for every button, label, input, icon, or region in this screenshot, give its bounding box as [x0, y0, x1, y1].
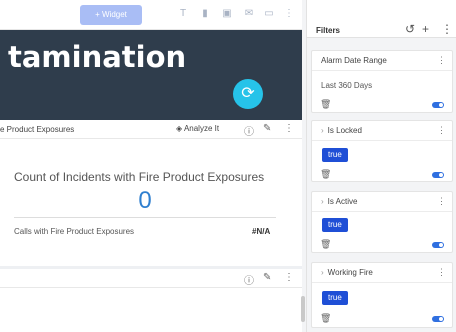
- chevron-right-icon[interactable]: ›: [321, 268, 324, 277]
- row-value: #N/A: [252, 227, 271, 236]
- info-icon[interactable]: ⓘ: [244, 272, 254, 287]
- filters-header: Filters ↺ + ⋮: [307, 0, 456, 38]
- more-vert-icon[interactable]: ⋮: [282, 7, 296, 21]
- more-vert-icon[interactable]: ⋮: [437, 267, 446, 278]
- filters-title: Filters: [316, 26, 341, 35]
- metric-title: Count of Incidents with Fire Product Exp…: [14, 170, 265, 184]
- filter-toggle[interactable]: [432, 102, 444, 108]
- banner-title: tamination: [8, 40, 187, 74]
- gif-icon[interactable]: ▣: [220, 7, 234, 21]
- edit-icon[interactable]: ✎: [263, 272, 271, 283]
- divider: [312, 70, 452, 71]
- trash-icon[interactable]: 🗑: [320, 239, 331, 250]
- card-header: e Product Exposures ◈ Analyze It ⓘ ✎ ⋮: [0, 121, 302, 139]
- metric-value: 0: [138, 187, 152, 214]
- filter-chip[interactable]: true: [322, 291, 348, 305]
- tag-icon[interactable]: ▮: [198, 7, 212, 21]
- filter-card-is-active: › Is Active ⋮ true 🗑: [311, 191, 453, 253]
- chevron-right-icon[interactable]: ›: [321, 126, 324, 135]
- divider: [312, 211, 452, 212]
- divider: [312, 282, 452, 283]
- mail-icon[interactable]: ✉: [242, 7, 256, 21]
- card-header-2: ⓘ ✎ ⋮: [0, 270, 302, 288]
- dashboard-banner: tamination ⟳: [0, 30, 302, 120]
- dashboard-toolbar: + Widget T ▮ ▣ ✉ ▭ ⋮: [0, 0, 302, 30]
- info-icon[interactable]: ⓘ: [244, 123, 254, 138]
- chevron-right-icon[interactable]: ›: [321, 197, 324, 206]
- add-filter-icon[interactable]: +: [422, 22, 429, 36]
- filter-chip[interactable]: true: [322, 148, 348, 162]
- refresh-button[interactable]: ⟳: [233, 79, 263, 109]
- divider: [312, 140, 452, 141]
- reset-icon[interactable]: ↺: [405, 22, 415, 36]
- monitor-icon[interactable]: ▭: [262, 7, 276, 21]
- more-vert-icon[interactable]: ⋮: [437, 55, 446, 66]
- filter-card-working-fire: › Working Fire ⋮ true 🗑: [311, 262, 453, 328]
- trash-icon[interactable]: 🗑: [320, 169, 331, 180]
- more-vert-icon[interactable]: ⋮: [284, 272, 294, 283]
- filter-toggle[interactable]: [432, 242, 444, 248]
- more-vert-icon[interactable]: ⋮: [437, 196, 446, 207]
- filter-label: › Is Active: [321, 197, 358, 206]
- scrollbar-thumb[interactable]: [301, 296, 305, 322]
- analyze-it-label: Analyze It: [183, 124, 220, 133]
- filter-value[interactable]: Last 360 Days: [321, 81, 372, 90]
- dashboard-panel: + Widget T ▮ ▣ ✉ ▭ ⋮ tamination ⟳ e Prod…: [0, 0, 302, 332]
- more-vert-icon[interactable]: ⋮: [284, 123, 294, 134]
- text-icon[interactable]: T: [176, 7, 190, 21]
- filter-toggle[interactable]: [432, 316, 444, 322]
- filter-chip[interactable]: true: [322, 218, 348, 232]
- filter-toggle[interactable]: [432, 172, 444, 178]
- filter-card-is-locked: › Is Locked ⋮ true 🗑: [311, 120, 453, 182]
- edit-icon[interactable]: ✎: [263, 123, 271, 134]
- trash-icon[interactable]: 🗑: [320, 99, 331, 110]
- filter-card-alarm-date-range: Alarm Date Range ⋮ Last 360 Days 🗑: [311, 50, 453, 113]
- more-vert-icon[interactable]: ⋮: [437, 125, 446, 136]
- filter-label: › Working Fire: [321, 268, 373, 277]
- card-title: e Product Exposures: [0, 125, 75, 134]
- more-vert-icon[interactable]: ⋮: [441, 22, 453, 36]
- analyze-it-button[interactable]: ◈ Analyze It: [176, 124, 219, 133]
- card-gap: [0, 266, 302, 269]
- row-label: Calls with Fire Product Exposures: [14, 227, 135, 236]
- filters-panel: Filters ↺ + ⋮ Alarm Date Range ⋮ Last 36…: [306, 0, 456, 332]
- filter-label: Alarm Date Range: [321, 56, 387, 65]
- analyze-icon: ◈: [176, 124, 183, 133]
- divider: [14, 217, 276, 218]
- add-widget-button[interactable]: + Widget: [80, 5, 142, 25]
- trash-icon[interactable]: 🗑: [320, 313, 331, 324]
- filter-label: › Is Locked: [321, 126, 362, 135]
